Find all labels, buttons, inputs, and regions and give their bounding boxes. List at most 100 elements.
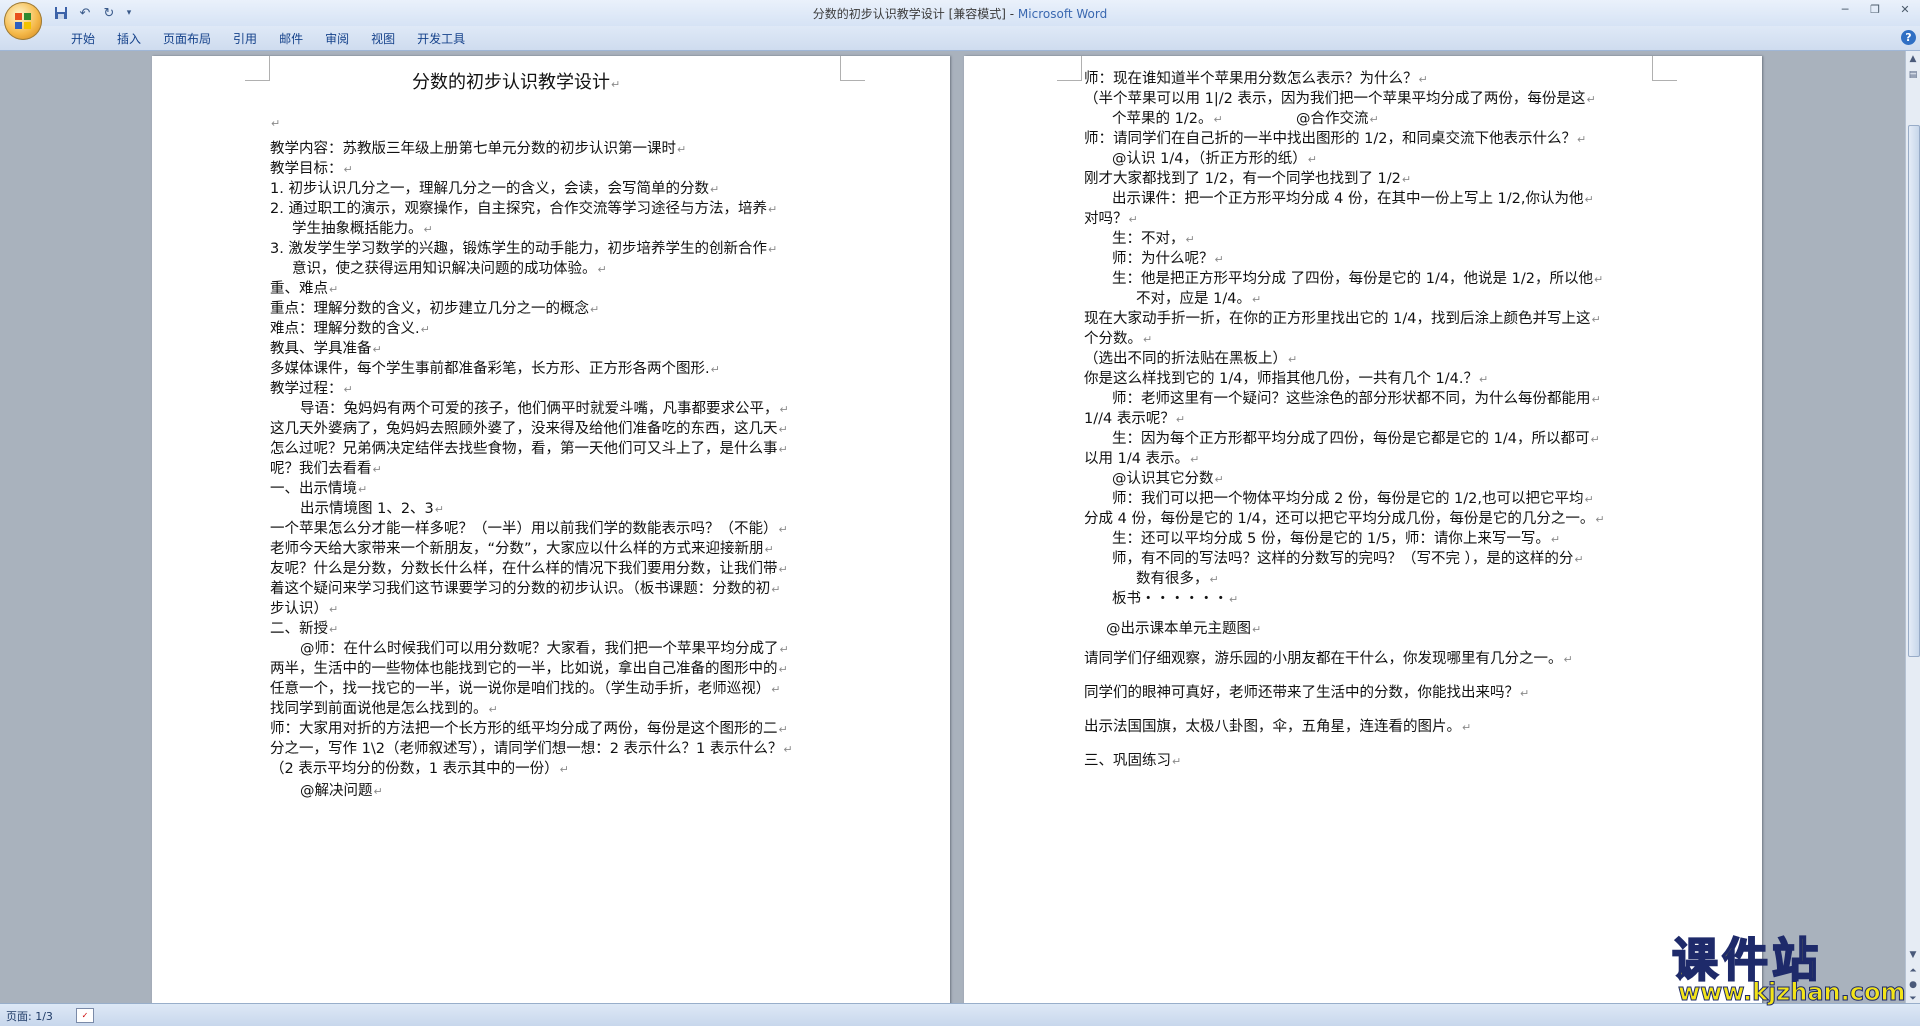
paragraph-mark-icon: ↵ [778,423,788,436]
paragraph-mark-icon: ↵ [767,243,778,256]
document-page-2[interactable]: 师：现在谁知道半个苹果用分数怎么表示？为什么？↵ （半个苹果可以用 1|/2 表示… [964,56,1762,1008]
quick-access-toolbar: ↶ ↻ ▾ [52,3,134,23]
window-title: 分数的初步认识教学设计 [兼容模式] - Microsoft Word [0,5,1920,22]
line-text: 生：他是把正方形平均分成 了四份，每份是它的 1/4，他说是 1/2，所以他 [1112,271,1593,287]
line-text: 意识，使之获得运用知识解决问题的成功体验。 [292,261,597,277]
line-text: 现在大家动手折一折，在你的正方形里找出它的 1/4，找到后涂上颜色并写上这 [1084,311,1591,327]
paragraph-line: 两半，生活中的一些物体也能找到它的一半，比如说，拿出自己准备的图形中的↵ [270,660,788,679]
paragraph-mark-icon: ↵ [1214,473,1224,486]
line-text: 步认识） [270,601,328,617]
paragraph-mark-icon: ↵ [1591,393,1601,406]
paragraph-line: 分之一，写作 1\2（老师叙述写），请同学们想一想：2 表示什么？1 表示什么？… [270,740,793,759]
line-text: 难点：理解分数的含义. [270,321,420,337]
line-text: @认识其它分数 [1112,471,1214,487]
save-icon[interactable] [52,4,70,22]
page-count[interactable]: 页面: 1/3 [6,1008,53,1024]
paragraph-mark-icon: ↵ [778,443,788,456]
proofing-icon[interactable]: ✓ [76,1008,94,1023]
minimize-icon[interactable]: ─ [1836,2,1854,18]
line-text: 教学目标： [270,161,343,177]
tab-references[interactable]: 引用 [222,30,268,48]
customize-qat-icon[interactable]: ▾ [124,4,134,22]
paragraph-mark-icon: ↵ [329,283,339,296]
paragraph-mark-icon: ↵ [1143,333,1153,346]
tab-mailings[interactable]: 邮件 [268,30,314,48]
tab-view[interactable]: 视图 [360,30,406,48]
document-page-1[interactable]: 分数的初步认识教学设计↵ ↵ 教学内容：苏教版三年级上册第七单元分数的初步认识第一课… [152,56,950,1008]
paragraph-mark-icon: ↵ [434,503,445,516]
tab-home[interactable]: 开始 [60,30,106,48]
line-text: 友呢？什么是分数，分数长什么样，在什么样的情况下我们要用分数，让我们带 [270,561,778,577]
paragraph-line: 3. 激发学生学习数学的兴趣，锻炼学生的动手能力，初步培养学生的创新合作↵ [270,240,777,259]
scroll-thumb[interactable] [1908,125,1920,657]
line-text: 你是这么样找到它的 1/4，师指其他几份，一共有几个 1/4.？ [1084,371,1478,387]
paragraph-line: 1//4 表示呢？↵ [1084,410,1185,429]
line-text: 师：我们可以把一个物体平均分成 2 份，每份是它的 1/2,也可以把它平均 [1112,491,1584,507]
line-text: @解决问题 [300,783,373,799]
line-text: （半个苹果可以用 1|/2 表示，因为我们把一个苹果平均分成了两份，每份是这 [1084,91,1586,107]
paragraph-line: 数有很多，↵ [1136,570,1219,589]
ruler-toggle-icon[interactable]: ▤ [1907,69,1919,81]
line-text: 老师今天给大家带来一个新朋友，“分数”，大家应以什么样的方式来迎接新朋 [270,541,764,557]
margin-corner-mark [245,56,270,81]
tab-developer[interactable]: 开发工具 [406,30,476,48]
window-controls: ─ ❐ ✕ [1836,2,1914,18]
line-text: 教学过程： [270,381,343,397]
line-text: 师：请同学们在自己折的一半中找出图形的 1/2，和同桌交流下他表示什么？ [1084,131,1576,147]
paragraph-mark-icon: ↵ [771,683,781,696]
paragraph-mark-icon: ↵ [597,263,607,276]
paragraph-mark-icon: ↵ [590,303,600,316]
paragraph-mark-icon: ↵ [1190,453,1200,466]
help-icon[interactable]: ? [1901,30,1916,45]
scroll-down-icon[interactable]: ▼ [1907,949,1919,961]
line-text: 导语：兔妈妈有两个可爱的孩子，他们俩平时就爱斗嘴，凡事都要求公平， [300,401,779,417]
paragraph-line: ↵ [270,114,280,133]
paragraph-line: 对吗？↵ [1084,210,1138,229]
vertical-scrollbar[interactable]: ▲ ▤ ▼ ⏶ ● ⏷ [1905,51,1920,1004]
paragraph-mark-icon: ↵ [1563,653,1573,666]
browse-object-icon[interactable]: ● [1907,979,1919,991]
tab-insert[interactable]: 插入 [106,30,152,48]
paragraph-mark-icon: ↵ [1591,313,1601,326]
restore-icon[interactable]: ❐ [1866,2,1884,18]
paragraph-line: 教具、学具准备↵ [270,340,382,359]
paragraph-line: 师，有不同的写法吗？这样的分数写的完吗？（写不完 ），是的这样的分↵ [1112,550,1584,569]
paragraph-line: 1. 初步认识几分之一，理解几分之一的含义，会读，会写简单的分数↵ [270,180,719,199]
paragraph-mark-icon: ↵ [710,363,720,376]
paragraph-mark-icon: ↵ [1520,687,1530,700]
paragraph-line: 师：大家用对折的方法把一个长方形的纸平均分成了两份，每份是这个图形的二↵ [270,720,788,739]
line-text: 一、出示情境 [270,481,357,497]
tab-review[interactable]: 审阅 [314,30,360,48]
line-text: 教学内容：苏教版三年级上册第七单元分数的初步认识第一课时 [270,141,676,157]
undo-icon[interactable]: ↶ [76,4,94,22]
paragraph-mark-icon: ↵ [1584,493,1594,506]
paragraph-line: 教学过程：↵ [270,380,353,399]
line-text: （2 表示平均分的份数，1 表示其中的一份） [270,761,559,777]
paragraph-mark-icon: ↵ [1401,173,1412,186]
redo-icon[interactable]: ↻ [100,4,118,22]
line-text: 板书・・・・・・ [1112,591,1228,607]
paragraph-line: （半个苹果可以用 1|/2 表示，因为我们把一个苹果平均分成了两份，每份是这↵ [1084,90,1596,109]
paragraph-line: 出示课件：把一个正方形平均分成 4 份，在其中一份上写上 1/2,你认为他↵ [1112,190,1594,209]
previous-page-icon[interactable]: ⏶ [1907,965,1919,977]
line-text: @师：在什么时候我们可以用分数呢？大家看，我们把一个苹果平均分成了 [300,641,779,657]
paragraph-mark-icon: ↵ [1462,721,1472,734]
office-button[interactable] [4,2,42,40]
line-text: 学生抽象概括能力。 [292,221,423,237]
tab-page-layout[interactable]: 页面布局 [152,30,222,48]
watermark-logo: 课件站 www.kjzhan.com [1668,924,1906,1007]
paragraph-mark-icon: ↵ [677,143,687,156]
line-text: 任意一个，找一找它的一半，说一说你是咱们找的。（学生动手折，老师巡视） [270,681,771,697]
ribbon-tabs: 开始 插入 页面布局 引用 邮件 审阅 视图 开发工具 [60,30,476,48]
line-text: 生：还可以平均分成 5 份，每份是它的 1/5，师：请你上来写一写。 [1112,531,1550,547]
line-text: 出示法国国旗，太极八卦图，伞，五角星，连连看的图片。 [1084,719,1461,735]
paragraph-line: @解决问题↵ [300,782,383,801]
scroll-up-icon[interactable]: ▲ [1907,53,1919,65]
paragraph-mark-icon: ↵ [779,643,789,656]
paragraph-line: 生：不对，↵ [1112,230,1195,249]
line-text: 数有很多， [1136,571,1209,587]
paragraph-mark-icon: ↵ [271,117,281,130]
paragraph-mark-icon: ↵ [709,183,720,196]
paragraph-mark-icon: ↵ [343,383,353,396]
close-icon[interactable]: ✕ [1896,2,1914,18]
